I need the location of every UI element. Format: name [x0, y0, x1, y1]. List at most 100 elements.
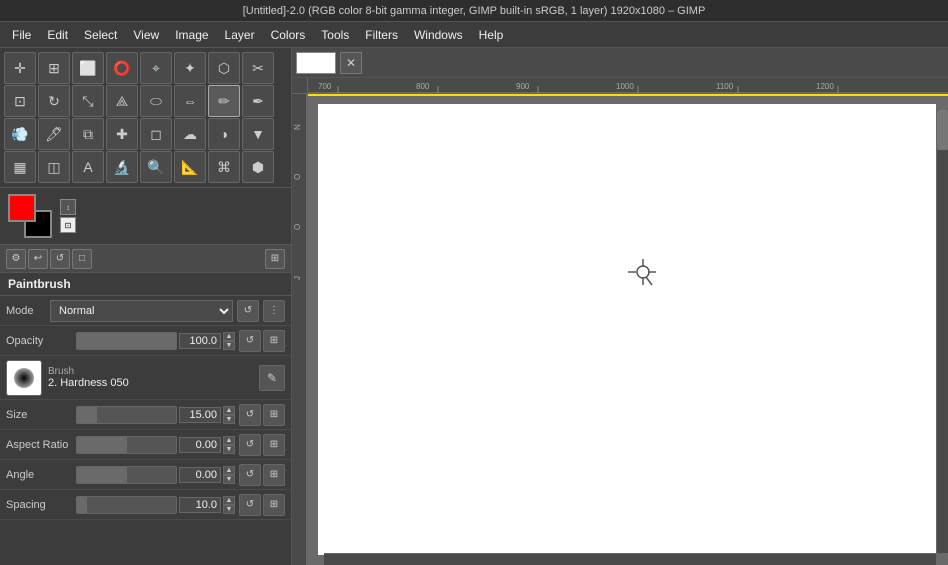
aspect-ratio-value[interactable]: 0.00 [179, 437, 221, 453]
heal-tool[interactable]: ✚ [106, 118, 138, 150]
menu-windows[interactable]: Windows [406, 25, 471, 45]
reset-colors-btn[interactable]: ⊡ [60, 217, 76, 233]
spacing-down[interactable]: ▼ [223, 505, 235, 514]
spacing-slider[interactable] [76, 496, 177, 514]
aspect-ratio-reset-btn[interactable]: ↺ [239, 434, 261, 456]
size-link-btn[interactable]: ⊞ [263, 404, 285, 426]
move-tool[interactable]: ✛ [4, 52, 36, 84]
menu-edit[interactable]: Edit [39, 25, 76, 45]
brush-label: Brush [48, 366, 253, 377]
size-down[interactable]: ▼ [223, 415, 235, 424]
mode-extra-btn[interactable]: ⋮ [263, 300, 285, 322]
spacing-reset-btn[interactable]: ↺ [239, 494, 261, 516]
pencil-tool[interactable]: ✒ [242, 85, 274, 117]
opacity-label: Opacity [6, 335, 76, 347]
tool-options-window-icon[interactable]: □ [72, 249, 92, 269]
swap-colors-btn[interactable]: ↕ [60, 199, 76, 215]
aspect-ratio-link-btn[interactable]: ⊞ [263, 434, 285, 456]
menu-view[interactable]: View [125, 25, 167, 45]
menu-colors[interactable]: Colors [263, 25, 314, 45]
menu-select[interactable]: Select [76, 25, 125, 45]
canvas-close-btn[interactable]: ✕ [340, 52, 362, 74]
brush-edit-btn[interactable]: ✎ [259, 365, 285, 391]
rect-select-tool[interactable]: ⬜ [72, 52, 104, 84]
mode-select[interactable]: Normal Dissolve Multiply Screen Overlay [50, 300, 233, 322]
fuzzy-select-tool[interactable]: ✦ [174, 52, 206, 84]
svg-text:800: 800 [416, 82, 430, 91]
tool-options-undo-icon[interactable]: ↺ [50, 249, 70, 269]
opacity-link-btn[interactable]: ⊞ [263, 330, 285, 352]
scrollbar-right-thumb[interactable] [937, 110, 948, 150]
scrollbar-right[interactable] [936, 110, 948, 553]
canvas-content[interactable] [308, 94, 948, 565]
spacing-link-btn[interactable]: ⊞ [263, 494, 285, 516]
flip-tool[interactable]: ⇔ [174, 85, 206, 117]
size-slider[interactable] [76, 406, 177, 424]
opacity-slider[interactable] [76, 332, 177, 350]
angle-icons: ↺ ⊞ [239, 464, 285, 486]
color-picker-tool[interactable]: 🔬 [106, 151, 138, 183]
brush-preview[interactable] [6, 360, 42, 396]
free-select-tool[interactable]: ⌖ [140, 52, 172, 84]
measure-tool[interactable]: 📐 [174, 151, 206, 183]
scale-tool[interactable]: ⤡ [72, 85, 104, 117]
spacing-value[interactable]: 10.0 [179, 497, 221, 513]
opacity-reset-btn[interactable]: ↺ [239, 330, 261, 352]
text-tool[interactable]: A [72, 151, 104, 183]
menu-image[interactable]: Image [167, 25, 216, 45]
gradient-tool[interactable]: ▦ [4, 151, 36, 183]
airbrush-tool[interactable]: 💨 [4, 118, 36, 150]
eraser-tool[interactable]: ◻ [140, 118, 172, 150]
path-tool[interactable]: ⌘ [208, 151, 240, 183]
scissors-select-tool[interactable]: ✂ [242, 52, 274, 84]
angle-down[interactable]: ▼ [223, 475, 235, 484]
clone-tool[interactable]: ⧉ [72, 118, 104, 150]
align-tool[interactable]: ⊞ [38, 52, 70, 84]
canvas-wrapper[interactable]: 700 800 900 1000 1100 1200 [292, 78, 948, 565]
angle-slider[interactable] [76, 466, 177, 484]
smudge-tool[interactable]: ☁ [174, 118, 206, 150]
spacing-label: Spacing [6, 499, 76, 511]
shear-tool[interactable]: ⟁ [106, 85, 138, 117]
aspect-ratio-up[interactable]: ▲ [223, 436, 235, 445]
bucket-fill-tool[interactable]: ▼ [242, 118, 274, 150]
by-color-select-tool[interactable]: ⬡ [208, 52, 240, 84]
menu-file[interactable]: File [4, 25, 39, 45]
opacity-value[interactable]: 100.0 [179, 333, 221, 349]
angle-value[interactable]: 0.00 [179, 467, 221, 483]
size-value[interactable]: 15.00 [179, 407, 221, 423]
opacity-down[interactable]: ▼ [223, 341, 235, 350]
angle-up[interactable]: ▲ [223, 466, 235, 475]
size-up[interactable]: ▲ [223, 406, 235, 415]
dodge-burn-tool[interactable]: ◑ [208, 118, 240, 150]
angle-link-btn[interactable]: ⊞ [263, 464, 285, 486]
color-swatches[interactable] [8, 194, 52, 238]
foreground-color[interactable] [8, 194, 36, 222]
rotate-tool[interactable]: ↻ [38, 85, 70, 117]
tool-options-config-icon[interactable]: ⚙ [6, 249, 26, 269]
angle-reset-btn[interactable]: ↺ [239, 464, 261, 486]
tool-options-reset-icon[interactable]: ↩ [28, 249, 48, 269]
perspective-tool[interactable]: ⬭ [140, 85, 172, 117]
menu-layer[interactable]: Layer [217, 25, 263, 45]
zoom-tool[interactable]: 🔍 [140, 151, 172, 183]
blend-tool[interactable]: ◫ [38, 151, 70, 183]
opacity-up[interactable]: ▲ [223, 332, 235, 341]
ellipse-select-tool[interactable]: ⭕ [106, 52, 138, 84]
spacing-up[interactable]: ▲ [223, 496, 235, 505]
ink-tool[interactable]: 🖊 [38, 118, 70, 150]
canvas-white[interactable] [318, 104, 936, 555]
aspect-ratio-spinner: ▲ ▼ [223, 436, 235, 454]
menu-help[interactable]: Help [471, 25, 512, 45]
cage-transform-tool[interactable]: ⬢ [242, 151, 274, 183]
size-reset-btn[interactable]: ↺ [239, 404, 261, 426]
paintbrush-tool[interactable]: ✏ [208, 85, 240, 117]
mode-reset-btn[interactable]: ↺ [237, 300, 259, 322]
crop-tool[interactable]: ⊡ [4, 85, 36, 117]
menu-tools[interactable]: Tools [313, 25, 357, 45]
menu-filters[interactable]: Filters [357, 25, 406, 45]
aspect-ratio-down[interactable]: ▼ [223, 445, 235, 454]
scrollbar-bottom[interactable] [324, 553, 936, 565]
tool-options-expand-icon[interactable]: ⊞ [265, 249, 285, 269]
aspect-ratio-slider[interactable] [76, 436, 177, 454]
